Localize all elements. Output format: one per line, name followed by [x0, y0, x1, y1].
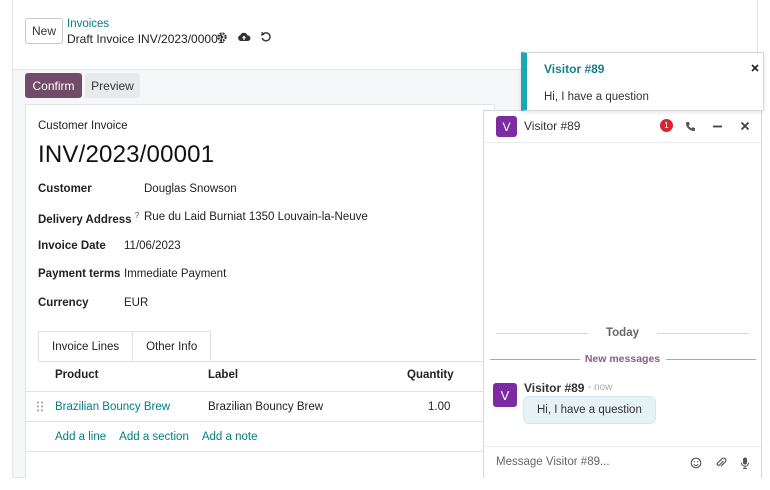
add-line-link[interactable]: Add a line: [55, 431, 106, 443]
invoice-form-sheet: Customer Invoice INV/2023/00001 Customer…: [25, 104, 495, 478]
notification-body: Hi, I have a question: [544, 91, 649, 103]
document-type: Customer Invoice: [38, 120, 128, 132]
line-label[interactable]: Brazilian Bouncy Brew: [208, 401, 323, 413]
add-section-link[interactable]: Add a section: [119, 431, 189, 443]
delivery-address-label: Delivery Address ?: [38, 211, 140, 226]
breadcrumb-current: Draft Invoice INV/2023/00001: [67, 32, 225, 46]
app-frame: New Invoices Draft Invoice INV/2023/0000…: [12, 0, 764, 478]
currency-field[interactable]: EUR: [124, 297, 148, 309]
invoice-date-label: Invoice Date: [38, 240, 106, 252]
column-header-product[interactable]: Product: [55, 369, 98, 381]
tabs-divider: [38, 361, 494, 362]
message-bubble: Hi, I have a question: [523, 396, 656, 424]
table-footer-divider: [26, 451, 494, 452]
minimize-icon[interactable]: [710, 119, 724, 133]
payment-terms-label: Payment terms: [38, 268, 121, 280]
close-icon[interactable]: [749, 62, 761, 74]
customer-label: Customer: [38, 183, 92, 195]
preview-button[interactable]: Preview: [85, 73, 140, 98]
unread-badge: 1: [660, 119, 673, 132]
tab-invoice-lines[interactable]: Invoice Lines: [38, 331, 134, 362]
currency-label: Currency: [38, 297, 89, 309]
message-input[interactable]: [496, 456, 676, 468]
notification-title: Visitor #89: [544, 62, 605, 76]
payment-terms-field[interactable]: Immediate Payment: [124, 268, 226, 280]
chat-window: V Visitor #89 1 Today New messages V Vis…: [483, 110, 762, 478]
line-quantity[interactable]: 1.00: [428, 401, 450, 413]
cloud-upload-icon[interactable]: [237, 30, 251, 44]
emoji-icon[interactable]: [689, 456, 703, 470]
line-product[interactable]: Brazilian Bouncy Brew: [55, 401, 170, 413]
gear-icon[interactable]: [215, 30, 229, 44]
avatar: V: [496, 116, 517, 137]
add-note-link[interactable]: Add a note: [202, 431, 258, 443]
invoice-date-field[interactable]: 11/06/2023: [124, 240, 181, 252]
record-actions: [215, 30, 273, 44]
microphone-icon[interactable]: [738, 456, 752, 470]
add-links: Add a line Add a section Add a note: [55, 431, 257, 443]
close-icon[interactable]: [738, 119, 752, 133]
paperclip-icon[interactable]: [714, 456, 728, 470]
tab-other-info[interactable]: Other Info: [133, 331, 212, 362]
customer-field[interactable]: Douglas Snowson: [144, 183, 237, 195]
message-avatar[interactable]: V: [493, 383, 517, 407]
chat-notification[interactable]: Visitor #89 Hi, I have a question: [521, 52, 764, 111]
breadcrumb-invoices[interactable]: Invoices: [67, 18, 109, 30]
message-composer: [484, 446, 761, 479]
delivery-address-field[interactable]: Rue du Laid Burniat 1350 Louvain-la-Neuv…: [144, 211, 368, 223]
table-header-divider: [26, 391, 494, 392]
notebook-tabs: Invoice Lines Other Info: [38, 331, 212, 362]
chat-header[interactable]: V Visitor #89 1: [484, 111, 761, 143]
invoice-number: INV/2023/00001: [38, 141, 215, 168]
message-time: - now: [588, 382, 613, 393]
column-header-label[interactable]: Label: [208, 369, 238, 381]
date-separator: Today: [605, 327, 639, 339]
new-messages-separator: New messages: [584, 353, 661, 365]
message-author[interactable]: Visitor #89: [524, 381, 584, 395]
column-header-quantity[interactable]: Quantity: [407, 369, 454, 381]
discard-icon[interactable]: [259, 30, 273, 44]
confirm-button[interactable]: Confirm: [25, 73, 82, 98]
new-button[interactable]: New: [25, 18, 63, 44]
chat-title: Visitor #89: [524, 119, 581, 133]
help-tooltip-icon[interactable]: ?: [135, 211, 139, 220]
drag-handle-icon[interactable]: [36, 401, 44, 412]
table-row-divider: [26, 421, 494, 422]
phone-icon[interactable]: [683, 119, 697, 133]
